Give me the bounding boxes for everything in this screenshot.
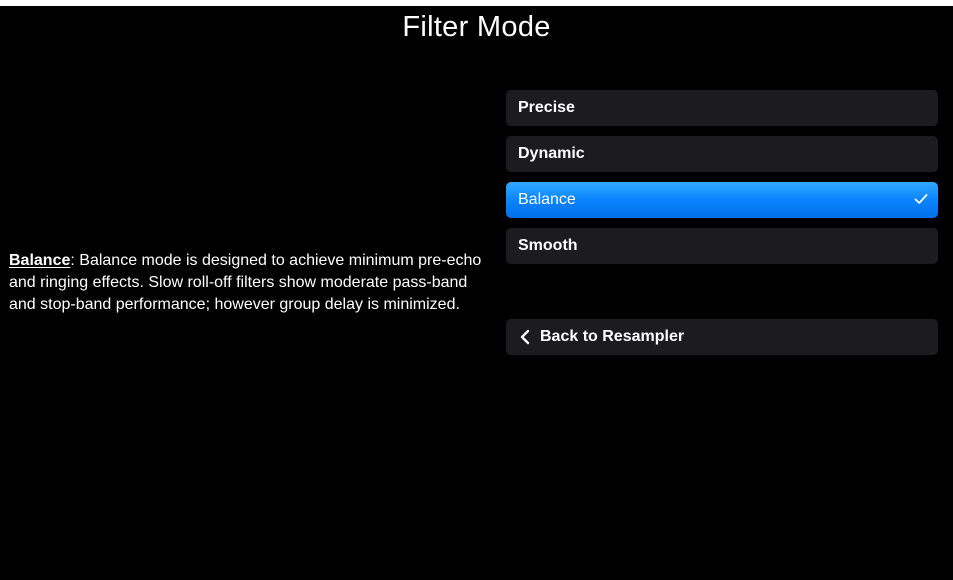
description-text: : Balance mode is designed to achieve mi… xyxy=(9,252,482,313)
option-label: Balance xyxy=(518,191,576,208)
chevron-left-icon xyxy=(520,329,530,345)
option-label: Precise xyxy=(518,99,575,116)
option-label: Smooth xyxy=(518,237,578,254)
back-button-label: Back to Resampler xyxy=(540,328,685,345)
checkmark-icon xyxy=(914,194,928,204)
page-title: Filter Mode xyxy=(402,11,551,43)
option-balance[interactable]: Balance xyxy=(506,182,938,218)
mode-description: Balance: Balance mode is designed to ach… xyxy=(9,250,487,316)
description-term: Balance xyxy=(9,252,71,269)
option-label: Dynamic xyxy=(518,145,585,162)
top-clipped-strip xyxy=(0,0,953,6)
option-precise[interactable]: Precise xyxy=(506,90,938,126)
option-dynamic[interactable]: Dynamic xyxy=(506,136,938,172)
back-to-resampler-button[interactable]: Back to Resampler xyxy=(506,319,938,355)
option-smooth[interactable]: Smooth xyxy=(506,228,938,264)
